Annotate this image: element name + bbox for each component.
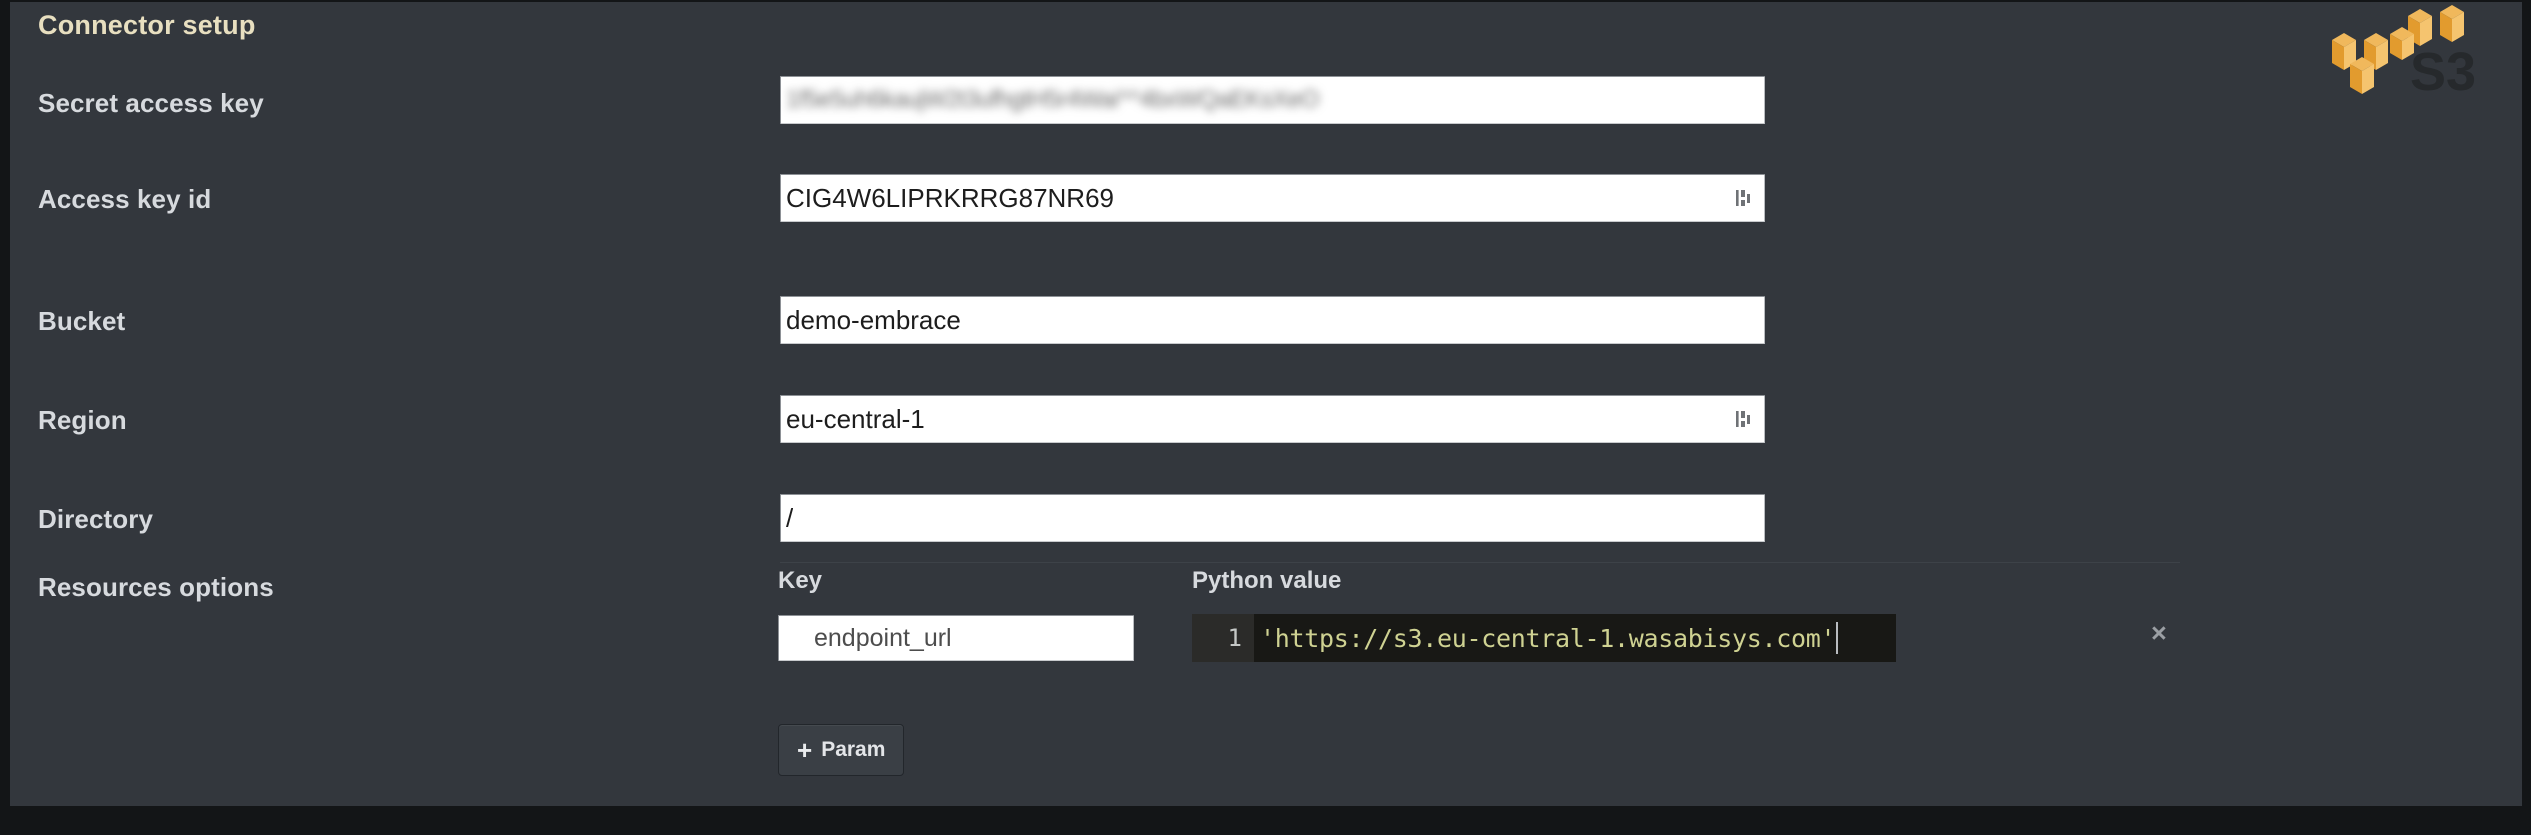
region-value: eu-central-1	[786, 403, 925, 434]
access-key-id-value: CIG4W6LIPRKRRG87NR69	[786, 182, 1114, 213]
field-row-secret-access-key: Secret access key 1f5e5uh6kaujW2t3ufhgtH…	[10, 74, 2522, 136]
label-region: Region	[38, 405, 127, 435]
datalist-dropdown-icon[interactable]	[1735, 408, 1751, 430]
secret-access-key-value: 1f5e5uh6kaujW2t3ufhgtH5r4Wai^^4bxWQaEKsX…	[786, 86, 1319, 113]
field-row-region: Region eu-central-1	[10, 393, 2522, 455]
add-param-button[interactable]: + Param	[778, 724, 905, 776]
param-python-value-editor[interactable]: 1 'https://s3.eu-central-1.wasabisys.com…	[1192, 614, 1897, 662]
datalist-dropdown-icon[interactable]	[1735, 187, 1751, 209]
directory-value: /	[786, 502, 794, 533]
label-access-key-id: Access key id	[38, 184, 212, 214]
column-header-key: Key	[778, 567, 823, 594]
label-secret-access-key: Secret access key	[38, 88, 264, 118]
app-frame: Connector setup S3 Secret access key 1f5…	[0, 0, 2531, 835]
column-header-python-value: Python value	[1192, 567, 1342, 594]
label-resources-options: Resources options	[38, 572, 274, 602]
param-key-value: endpoint_url	[814, 623, 952, 652]
region-input[interactable]: eu-central-1	[780, 395, 1765, 443]
code-editor-padding	[1838, 614, 1897, 662]
code-line-number: 1	[1192, 614, 1254, 662]
field-row-directory: Directory /	[10, 492, 2522, 554]
code-line-content[interactable]: 'https://s3.eu-central-1.wasabisys.com'	[1254, 614, 1839, 662]
access-key-id-input[interactable]: CIG4W6LIPRKRRG87NR69	[780, 174, 1765, 222]
bucket-input[interactable]: demo-embrace	[780, 296, 1765, 344]
python-value-text: 'https://s3.eu-central-1.wasabisys.com'	[1260, 623, 1836, 653]
bucket-value: demo-embrace	[786, 304, 961, 335]
remove-param-button[interactable]: ×	[2151, 620, 2167, 647]
page-title: Connector setup	[38, 10, 256, 40]
field-row-access-key-id: Access key id CIG4W6LIPRKRRG87NR69	[10, 172, 2522, 234]
plus-icon: +	[797, 735, 813, 765]
param-key-input[interactable]: endpoint_url	[778, 615, 1134, 661]
field-row-bucket: Bucket demo-embrace	[10, 294, 2522, 356]
connector-setup-panel: Connector setup S3 Secret access key 1f5…	[10, 2, 2522, 806]
directory-input[interactable]: /	[780, 494, 1765, 542]
resources-options-divider	[780, 562, 2180, 563]
label-bucket: Bucket	[38, 306, 126, 336]
label-directory: Directory	[38, 504, 154, 534]
add-param-button-label: Param	[821, 738, 886, 761]
secret-access-key-input[interactable]: 1f5e5uh6kaujW2t3ufhgtH5r4Wai^^4bxWQaEKsX…	[780, 76, 1765, 124]
